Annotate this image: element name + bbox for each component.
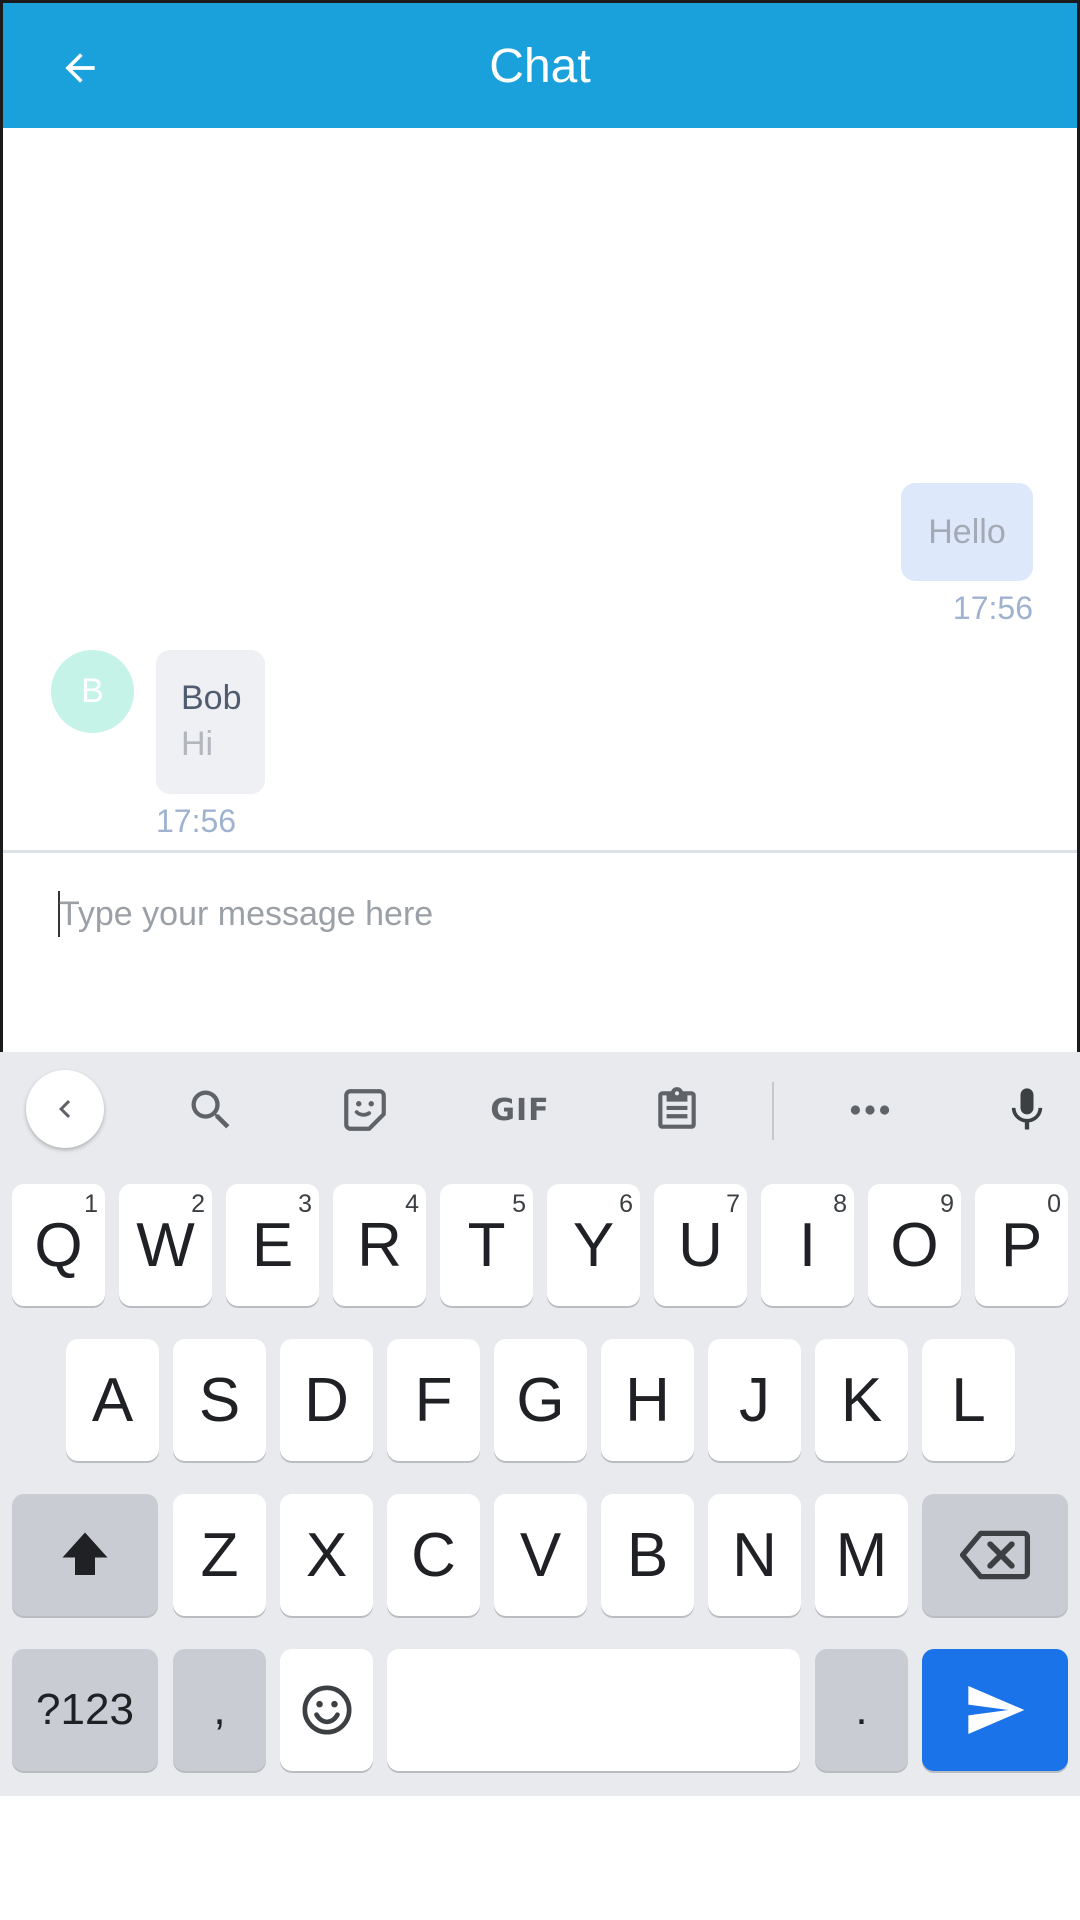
key-o[interactable]: O9 (868, 1184, 961, 1306)
keyboard-sticker-button[interactable] (330, 1080, 400, 1140)
backspace-key[interactable] (922, 1494, 1068, 1616)
incoming-message-time: 17:56 (156, 803, 237, 839)
soft-keyboard: GIF Q1 W2 E3 R4 T5 Y6 U7 I8 O9 P0 A S D … (0, 1052, 1080, 1796)
message-input[interactable] (59, 883, 1019, 945)
search-icon (191, 1090, 230, 1129)
key-u[interactable]: U7 (654, 1184, 747, 1306)
key-c[interactable]: C (387, 1494, 480, 1616)
key-n[interactable]: N (708, 1494, 801, 1616)
outgoing-message-time: 17:56 (952, 590, 1033, 626)
message-composer (3, 853, 1077, 1052)
key-f[interactable]: F (387, 1339, 480, 1461)
keyboard-clipboard-button[interactable] (642, 1080, 712, 1140)
page-title: Chat (489, 40, 591, 93)
keyboard-toolbar: GIF (0, 1052, 1080, 1167)
key-g[interactable]: G (494, 1339, 587, 1461)
key-s[interactable]: S (173, 1339, 266, 1461)
incoming-message-text: Hi (181, 725, 214, 763)
space-key[interactable] (387, 1649, 800, 1771)
keyboard-collapse-button[interactable] (26, 1070, 104, 1148)
key-j[interactable]: J (708, 1339, 801, 1461)
app-header: Chat (3, 3, 1077, 128)
keyboard-gif-button[interactable]: GIF (485, 1080, 555, 1140)
keyboard-voice-button[interactable] (992, 1080, 1062, 1140)
key-v[interactable]: V (494, 1494, 587, 1616)
keyboard-search-button[interactable] (176, 1080, 246, 1140)
key-w[interactable]: W2 (119, 1184, 212, 1306)
incoming-message-bubble[interactable]: Bob Hi (156, 650, 265, 794)
key-z[interactable]: Z (173, 1494, 266, 1616)
key-p[interactable]: P0 (975, 1184, 1068, 1306)
outgoing-message-text: Hello (928, 512, 1006, 551)
backspace-icon (959, 1530, 1031, 1580)
comma-key[interactable]: , (173, 1649, 266, 1771)
key-b[interactable]: B (601, 1494, 694, 1616)
symbols-key[interactable]: ?123 (12, 1649, 158, 1771)
send-key[interactable] (922, 1649, 1068, 1771)
key-k[interactable]: K (815, 1339, 908, 1461)
key-l[interactable]: L (922, 1339, 1015, 1461)
keyboard-more-button[interactable] (835, 1080, 905, 1140)
chat-screen: Chat Hello 17:56 B Bob Hi 17:56 (0, 0, 1080, 1052)
chevron-left-icon (59, 1100, 71, 1118)
key-i[interactable]: I8 (761, 1184, 854, 1306)
gif-icon: GIF (490, 1092, 550, 1128)
key-d[interactable]: D (280, 1339, 373, 1461)
sticker-icon (344, 1089, 386, 1131)
emoji-icon (302, 1685, 351, 1735)
clipboard-icon (658, 1087, 696, 1129)
key-t[interactable]: T5 (440, 1184, 533, 1306)
shift-key[interactable] (12, 1494, 158, 1616)
outgoing-message-bubble[interactable]: Hello (901, 483, 1033, 581)
avatar[interactable]: B (51, 650, 134, 733)
key-e[interactable]: E3 (226, 1184, 319, 1306)
emoji-key[interactable] (280, 1649, 373, 1771)
key-q[interactable]: Q1 (12, 1184, 105, 1306)
send-icon (968, 1686, 1025, 1734)
toolbar-separator (772, 1082, 774, 1140)
incoming-message-sender: Bob (181, 679, 242, 717)
key-h[interactable]: H (601, 1339, 694, 1461)
message-list: Hello 17:56 B Bob Hi 17:56 (3, 128, 1077, 850)
key-m[interactable]: M (815, 1494, 908, 1616)
key-y[interactable]: Y6 (547, 1184, 640, 1306)
key-r[interactable]: R4 (333, 1184, 426, 1306)
shift-arrow-icon (62, 1532, 108, 1575)
microphone-icon (1011, 1088, 1043, 1130)
more-icon (850, 1105, 890, 1115)
key-a[interactable]: A (66, 1339, 159, 1461)
key-x[interactable]: X (280, 1494, 373, 1616)
period-key[interactable]: . (815, 1649, 908, 1771)
